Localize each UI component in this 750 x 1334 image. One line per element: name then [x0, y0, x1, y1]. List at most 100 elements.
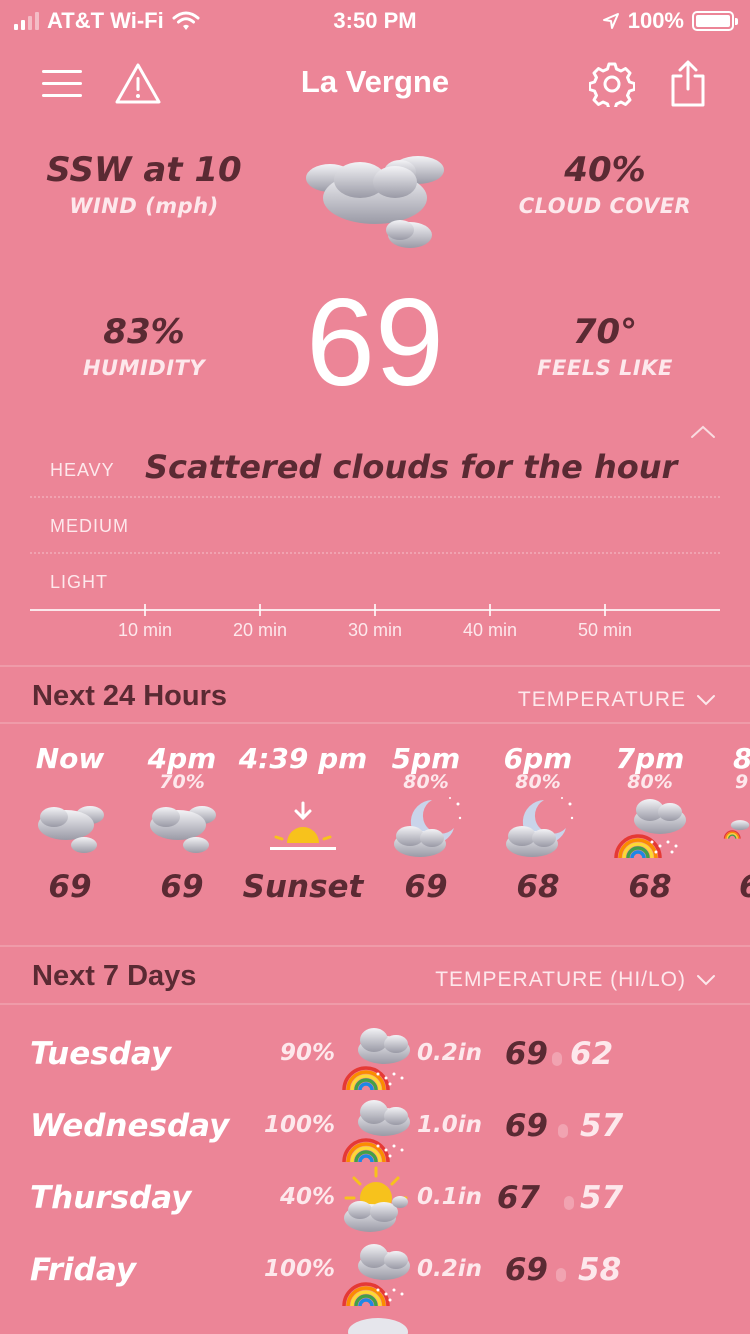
wind-stat: SSW at 10 WIND (mph): [30, 150, 258, 218]
cloud-cover-label: CLOUD COVER: [518, 194, 692, 218]
hourly-item: 5pm 80% 69: [361, 742, 491, 905]
battery-percent: 100%: [627, 8, 684, 33]
precip-level-light: LIGHT: [50, 572, 109, 592]
hour-pop: 70%: [159, 771, 205, 793]
share-button[interactable]: [664, 60, 712, 108]
feels-like-stat: 70° FEELS LIKE: [520, 312, 690, 380]
temp-range-marker: [564, 1196, 574, 1210]
day-pop: 100%: [263, 1256, 335, 1282]
rainbow-rain-icon: [723, 820, 750, 839]
day-name: Friday: [30, 1252, 137, 1288]
temp-range-marker: [556, 1268, 566, 1282]
rainbow-rain-icon: [614, 799, 686, 859]
day-precip-amount: 1.0in: [417, 1112, 483, 1138]
precip-tick-label: 20 min: [232, 620, 288, 640]
cloud-cover-stat: 40% CLOUD COVER: [500, 150, 710, 218]
daily-row[interactable]: Wednesday 100% 1.0in 69 57: [0, 1094, 750, 1166]
hour-temp: 69: [404, 869, 448, 905]
day-pop: 40%: [279, 1184, 335, 1210]
sun-cloud-icon: [344, 1166, 408, 1232]
precip-tick-label: 50 min: [577, 620, 633, 640]
section-divider: [0, 722, 750, 724]
hourly-item: 8 9 6: [697, 742, 750, 905]
cloud-cover-value: 40%: [564, 150, 646, 190]
hourly-item: 7pm 80% 68: [585, 742, 715, 905]
cloudy-icon: [38, 806, 104, 853]
hourly-metric-label: TEMPERATURE: [517, 688, 686, 711]
chevron-down-icon: [697, 695, 715, 706]
precip-gridline: [30, 552, 720, 554]
location-title[interactable]: La Vergne: [0, 64, 750, 100]
collapse-chevron-icon[interactable]: [690, 424, 716, 440]
precip-tick: [259, 604, 261, 616]
day-precip-amount: 0.2in: [417, 1040, 483, 1066]
chevron-down-icon: [697, 975, 715, 986]
daily-row-partial: [0, 1316, 750, 1334]
day-pop: 100%: [263, 1112, 335, 1138]
cloudy-icon: [306, 156, 444, 248]
hourly-item: 4pm 70% 69: [117, 742, 247, 905]
feels-like-label: FEELS LIKE: [537, 356, 673, 380]
wind-label: WIND (mph): [69, 194, 219, 218]
precip-tick: [489, 604, 491, 616]
precip-gridline: [30, 496, 720, 498]
day-name: Tuesday: [30, 1036, 172, 1072]
moon-cloud-icon: [394, 797, 462, 857]
share-icon: [671, 60, 705, 107]
hour-temp: Sunset: [242, 869, 364, 905]
hour-temp: 69: [160, 869, 204, 905]
day-low: 62: [570, 1036, 614, 1072]
precip-tick: [604, 604, 606, 616]
precip-tick-label: 30 min: [347, 620, 403, 640]
hour-pop: 80%: [403, 771, 449, 793]
hourly-title: Next 24 Hours: [32, 680, 228, 712]
section-divider: [0, 1003, 750, 1005]
day-high: 69: [504, 1036, 548, 1072]
rainbow-rain-icon: [342, 1100, 410, 1163]
section-divider: [0, 665, 750, 667]
rainbow-rain-icon: [342, 1244, 410, 1307]
cloudy-icon: [348, 1318, 408, 1334]
day-precip-amount: 0.2in: [417, 1256, 483, 1282]
day-low: 57: [580, 1108, 624, 1144]
hourly-metric-select[interactable]: TEMPERATURE: [518, 688, 716, 712]
location-arrow-icon: [602, 13, 619, 29]
gear-icon: [589, 62, 635, 107]
precip-tick-label: 40 min: [462, 620, 518, 640]
temp-range-marker: [552, 1052, 562, 1066]
day-high: 69: [504, 1108, 548, 1144]
status-bar: AT&T Wi-Fi 3:50 PM 100%: [0, 0, 750, 42]
day-low: 57: [580, 1180, 624, 1216]
precip-tick: [144, 604, 146, 616]
daily-row[interactable]: Tuesday 90% 0.2in 69 62: [0, 1022, 750, 1094]
hourly-item: 6pm 80% 68: [473, 742, 603, 905]
day-name: Wednesday: [30, 1108, 230, 1144]
daily-row[interactable]: Thursday 40% 0.1in 67 57: [0, 1166, 750, 1238]
hour-pop: 80%: [515, 771, 561, 793]
precip-level-heavy: HEAVY: [50, 460, 115, 480]
feels-like-value: 70°: [572, 312, 638, 352]
settings-button[interactable]: [588, 60, 636, 108]
day-name: Thursday: [30, 1180, 192, 1216]
day-precip-amount: 0.1in: [417, 1184, 483, 1210]
hour-pop: 9: [735, 771, 749, 793]
section-divider: [0, 945, 750, 947]
hour-temp: 6: [697, 869, 750, 905]
wind-value: SSW at 10: [46, 150, 242, 190]
daily-title: Next 7 Days: [32, 960, 197, 992]
day-low: 58: [578, 1252, 622, 1288]
precip-tick: [374, 604, 376, 616]
hourly-item: Now 69: [5, 742, 135, 905]
sunset-icon: [270, 801, 336, 850]
rainbow-rain-icon: [342, 1028, 410, 1091]
hour-temp: 68: [516, 869, 560, 905]
moon-cloud-icon: [506, 797, 574, 857]
precip-summary: Scattered clouds for the hour: [145, 448, 678, 486]
hour-temp: 69: [48, 869, 92, 905]
daily-row[interactable]: Friday 100% 0.2in 69 58: [0, 1238, 750, 1310]
daily-metric-select[interactable]: TEMPERATURE (HI/LO): [435, 968, 716, 992]
precip-tick-label: 10 min: [117, 620, 173, 640]
battery-icon: [692, 11, 738, 31]
hour-pop: 80%: [627, 771, 673, 793]
day-pop: 90%: [279, 1040, 335, 1066]
